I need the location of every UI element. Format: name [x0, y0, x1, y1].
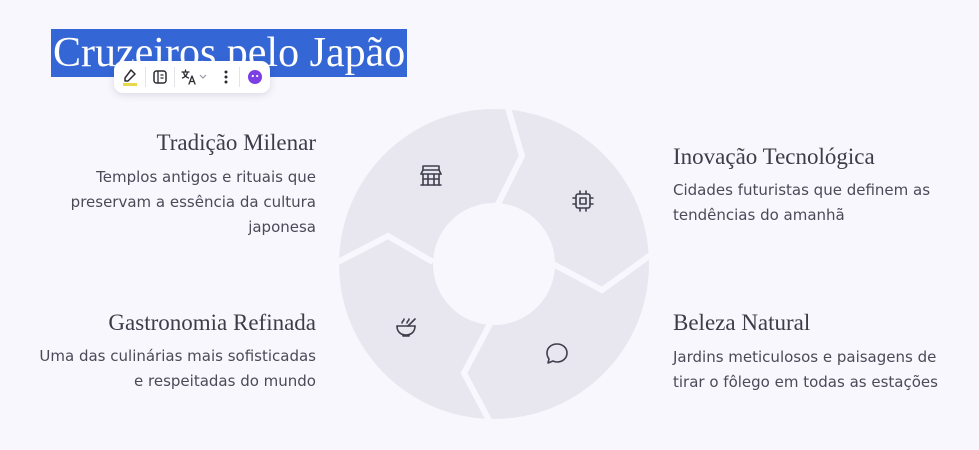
block-title-beleza: Beleza Natural — [673, 310, 811, 335]
desc-line: e respeitadas do mundo — [134, 372, 316, 390]
desc-line: japonesa — [248, 218, 316, 236]
block-title-tradicao: Tradição Milenar — [156, 130, 316, 155]
assistant-icon — [248, 70, 262, 84]
desc-line: Jardins meticulosos e paisagens de — [673, 348, 937, 366]
chevron-down-icon — [199, 74, 207, 79]
desc-line: Templos antigos e rituais que — [96, 168, 316, 186]
block-title-inovacao: Inovação Tecnológica — [673, 144, 875, 169]
block-desc-beleza: Jardins meticulosos e paisagens de tirar… — [673, 345, 973, 395]
desc-line: tirar o fôlego em todas as estações — [673, 373, 938, 391]
block-title-gastronomia: Gastronomia Refinada — [108, 310, 316, 335]
block-desc-gastronomia: Uma das culinárias mais sofisticadas e r… — [0, 344, 316, 394]
notes-button[interactable] — [146, 61, 174, 93]
block-desc-inovacao: Cidades futuristas que definem as tendên… — [673, 178, 973, 228]
desc-line: Cidades futuristas que definem as — [673, 181, 931, 199]
notes-icon — [153, 70, 167, 84]
translate-button[interactable] — [175, 61, 213, 93]
translate-icon — [181, 69, 196, 85]
cycle-hole — [433, 203, 555, 325]
selection-toolbar — [114, 61, 270, 93]
block-desc-tradicao: Templos antigos e rituais que preservam … — [16, 165, 316, 240]
highlighter-button[interactable] — [114, 61, 145, 93]
assistant-button[interactable] — [240, 61, 270, 93]
highlighter-icon — [122, 69, 137, 86]
desc-line: preservam a essência da cultura — [70, 193, 316, 211]
desc-line: tendências do amanhã — [673, 206, 845, 224]
more-button[interactable] — [213, 61, 239, 93]
desc-line: Uma das culinárias mais sofisticadas — [39, 347, 316, 365]
more-icon — [224, 70, 228, 84]
